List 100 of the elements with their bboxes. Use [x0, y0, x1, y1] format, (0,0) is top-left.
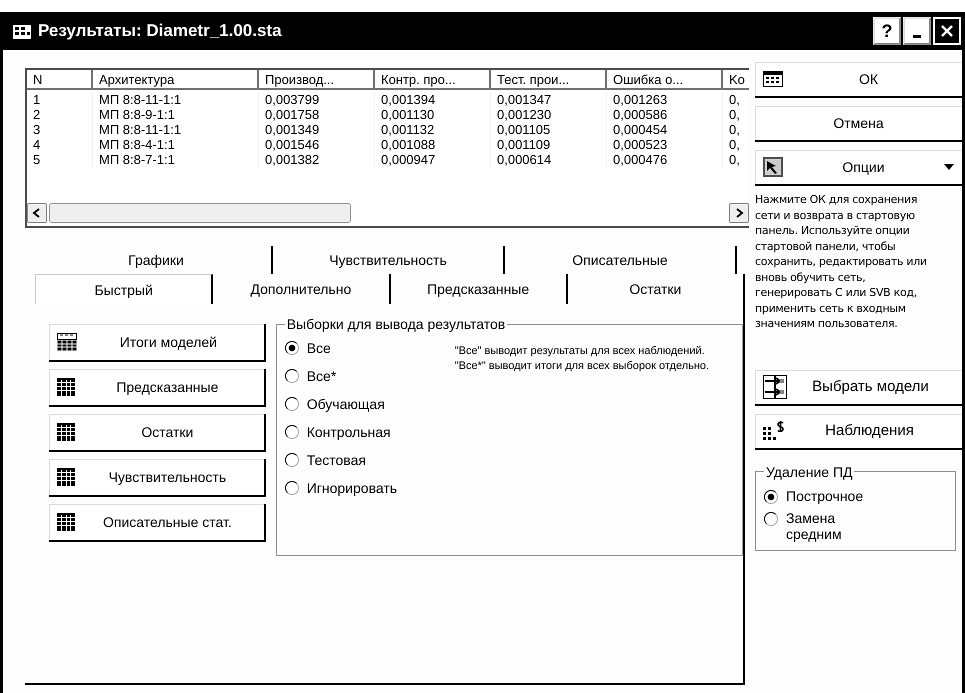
- column-header[interactable]: N: [27, 70, 93, 90]
- select-models-button[interactable]: Выбрать модели: [755, 370, 962, 406]
- radio-label[interactable]: Игнорировать: [306, 480, 398, 496]
- report-button[interactable]: Чувствительность: [49, 459, 266, 497]
- minimize-button[interactable]: [903, 17, 931, 45]
- radio-button[interactable]: [764, 490, 778, 504]
- group-title: Удаление ПД: [765, 464, 854, 480]
- radio-option[interactable]: Все*: [284, 368, 455, 384]
- radio-label[interactable]: Построчное: [786, 488, 876, 504]
- table-cell: 0,: [723, 122, 749, 137]
- radio-label[interactable]: Замена средним: [786, 510, 876, 542]
- close-button[interactable]: [933, 17, 961, 45]
- table-cell: 1: [27, 92, 93, 107]
- samples-note: "Все" выводит результаты для всех наблюдений. "Все*" выводит итоги для всех выборок отдельно.: [454, 344, 710, 374]
- table-cell: 0,000947: [375, 152, 491, 167]
- transfer-icon: [763, 374, 787, 398]
- radio-button[interactable]: [284, 481, 299, 495]
- radio-option[interactable]: Контрольная: [284, 424, 455, 440]
- report-button[interactable]: Описательные стат.: [49, 504, 266, 542]
- table-cell: 3: [27, 122, 93, 137]
- table-cell: 0,: [723, 137, 749, 152]
- tab[interactable]: Предсказанные: [390, 274, 568, 304]
- table-icon: [763, 71, 783, 87]
- table-cell: 2: [27, 107, 93, 122]
- window-title: Результаты: Diametr_1.00.sta: [38, 21, 283, 41]
- column-header[interactable]: Ошибка о...: [607, 70, 723, 90]
- report-button[interactable]: Предсказанные: [49, 369, 266, 407]
- table-cell: 0,: [723, 92, 749, 107]
- table-cell: 0,001130: [375, 107, 491, 122]
- table-cell: 0,001263: [607, 92, 723, 107]
- options-button[interactable]: Опции: [755, 150, 962, 186]
- column-header[interactable]: Производ...: [259, 70, 375, 90]
- column-header[interactable]: Контр. про...: [375, 70, 491, 90]
- column-header[interactable]: Архитектура: [93, 70, 259, 90]
- grid-icon: [57, 378, 75, 396]
- tab[interactable]: Остатки: [568, 274, 745, 304]
- tab[interactable]: Описательные: [505, 246, 737, 274]
- table-cell: 0,000523: [607, 137, 723, 152]
- radio-option[interactable]: Все: [284, 340, 455, 356]
- radio-label[interactable]: Обучающая: [306, 396, 385, 412]
- radio-button[interactable]: [284, 453, 299, 467]
- table-cell: 0,001394: [375, 92, 491, 107]
- scroll-left-button[interactable]: [27, 203, 47, 223]
- report-button[interactable]: Остатки: [49, 414, 266, 452]
- radio-button[interactable]: [284, 425, 299, 439]
- help-button[interactable]: ?: [873, 17, 901, 45]
- radio-option[interactable]: Игнорировать: [284, 480, 455, 496]
- table-cell: МП 8:8-11-1:1: [93, 122, 259, 137]
- summary-table-icon: [57, 333, 77, 351]
- horizontal-scrollbar[interactable]: [27, 200, 749, 226]
- table-cell: 0,001382: [259, 152, 375, 167]
- radio-label[interactable]: Тестовая: [306, 452, 366, 468]
- column-header[interactable]: Ko: [723, 70, 749, 90]
- table-cell: 0,: [723, 152, 749, 167]
- grid-icon: [57, 468, 75, 486]
- radio-button[interactable]: [284, 369, 299, 383]
- ok-button[interactable]: ОК: [755, 62, 962, 98]
- table-cell: 0,: [723, 107, 749, 122]
- table-cell: 0,001758: [259, 107, 375, 122]
- table-cell: 0,001349: [259, 122, 375, 137]
- table-cell: 5: [27, 152, 93, 167]
- table-cell: МП 8:8-7-1:1: [93, 152, 259, 167]
- table-cell: МП 8:8-9-1:1: [93, 107, 259, 122]
- table-cell: 0,001105: [491, 122, 607, 137]
- table-cell: 0,001088: [375, 137, 491, 152]
- observations-button[interactable]: Наблюдения: [755, 414, 962, 450]
- table-cell: МП 8:8-11-1:1: [93, 92, 259, 107]
- tab[interactable]: Чувствительность: [273, 246, 505, 274]
- radio-label[interactable]: Контрольная: [306, 424, 391, 440]
- dots-dollar-icon: [763, 420, 785, 440]
- caret-icon: [944, 164, 954, 170]
- report-button[interactable]: Итоги моделей: [49, 324, 266, 362]
- help-text: Нажмите ОК для сохранения сети и возврата в стартовую панель. Используйте опции стартовой панели, чтобы сохранить, редактировать или вновь обучить сеть, генерировать С или SVB код, применить сеть к входным значениям пользователя.: [755, 192, 928, 332]
- radio-label[interactable]: Все: [306, 340, 331, 356]
- radio-button[interactable]: [284, 341, 299, 355]
- cancel-button[interactable]: Отмена: [755, 106, 962, 142]
- radio-button[interactable]: [284, 397, 299, 411]
- radio-option[interactable]: Замена средним: [764, 510, 947, 542]
- grid-icon: [57, 513, 75, 531]
- radio-option[interactable]: Тестовая: [284, 452, 455, 468]
- table-cell: 0,001109: [491, 137, 607, 152]
- pointer-icon: [763, 157, 783, 177]
- radio-option[interactable]: Обучающая: [284, 396, 455, 412]
- table-cell: 4: [27, 137, 93, 152]
- table-cell: МП 8:8-4-1:1: [93, 137, 259, 152]
- table-cell: 0,000454: [607, 122, 723, 137]
- column-header[interactable]: Тест. прои...: [491, 70, 607, 90]
- scroll-thumb[interactable]: [49, 203, 351, 223]
- grid-icon: [57, 423, 75, 441]
- table-cell: 0,001546: [259, 137, 375, 152]
- tab[interactable]: Дополнительно: [213, 274, 390, 304]
- radio-option[interactable]: Построчное: [764, 488, 947, 504]
- table-cell: 0,001132: [375, 122, 491, 137]
- radio-label[interactable]: Все*: [306, 368, 336, 384]
- radio-button[interactable]: [764, 512, 778, 526]
- scroll-right-button[interactable]: [729, 203, 749, 223]
- table-cell: 0,001230: [491, 107, 607, 122]
- table-cell: 0,000586: [607, 107, 723, 122]
- table-cell: 0,000476: [607, 152, 723, 167]
- tab[interactable]: Быстрый: [35, 274, 214, 304]
